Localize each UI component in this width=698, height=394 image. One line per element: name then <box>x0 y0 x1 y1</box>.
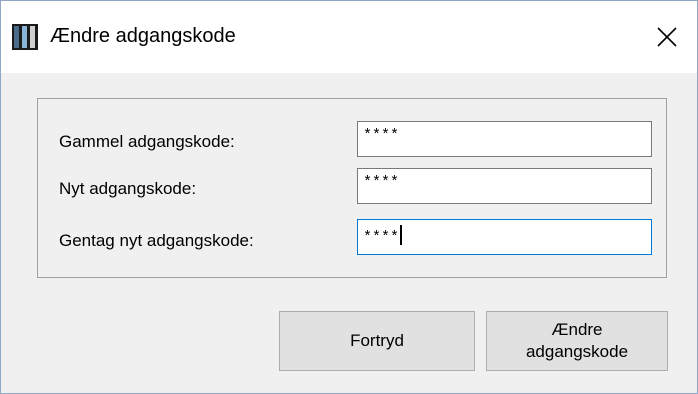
old-password-field[interactable]: **** <box>357 121 652 157</box>
new-password-value: **** <box>363 174 400 191</box>
new-password-field[interactable]: **** <box>357 168 652 204</box>
new-password-label: Nyt adgangskode: <box>59 179 197 198</box>
app-icon <box>12 24 38 50</box>
cancel-button[interactable]: Fortryd <box>279 311 475 371</box>
change-password-button-label-line2: adgangskode <box>525 342 629 361</box>
old-password-label: Gammel adgangskode: <box>59 132 235 151</box>
repeat-password-value: **** <box>363 229 400 246</box>
close-icon <box>657 27 677 47</box>
title-bar: Ændre adgangskode <box>1 1 697 73</box>
window-title: Ændre adgangskode <box>50 25 236 47</box>
text-caret <box>400 225 403 245</box>
repeat-password-field[interactable]: **** <box>357 219 652 255</box>
change-password-button[interactable]: Ændre adgangskode <box>486 311 668 371</box>
repeat-password-label: Gentag nyt adgangskode: <box>59 231 254 250</box>
old-password-value: **** <box>363 127 400 144</box>
change-password-button-label-line1: Ændre <box>551 320 603 339</box>
close-button[interactable] <box>637 1 697 73</box>
change-password-dialog: Ændre adgangskode Gammel adgangskode: **… <box>0 0 698 394</box>
cancel-button-label: Fortryd <box>350 331 404 350</box>
